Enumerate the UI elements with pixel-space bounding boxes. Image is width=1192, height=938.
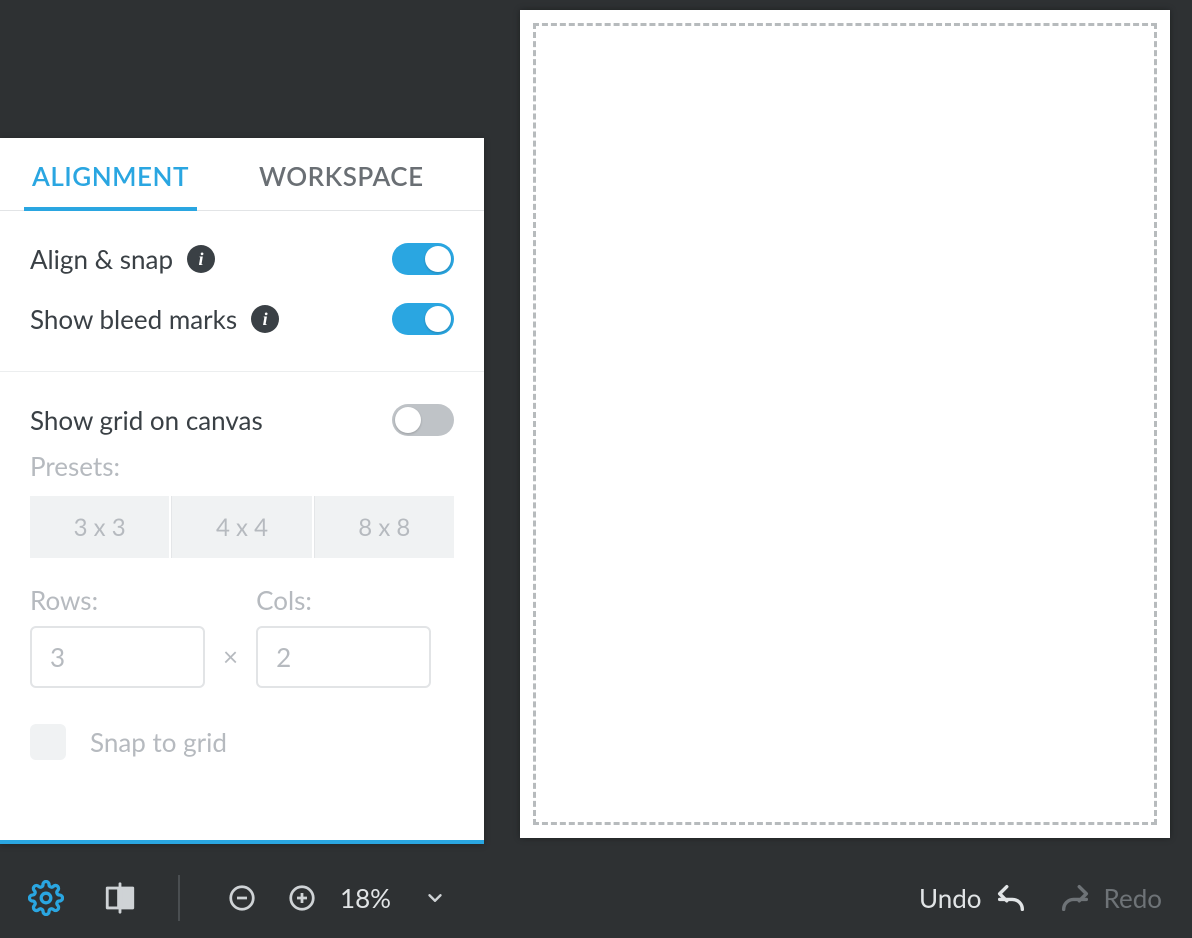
tab-alignment[interactable]: ALIGNMENT (24, 138, 197, 210)
presets-title: Presets: (30, 450, 454, 482)
rows-input[interactable] (30, 626, 205, 688)
rows-cols-row: Rows: × Cols: (30, 584, 454, 688)
presets-row: 3 x 3 4 x 4 8 x 8 (30, 496, 454, 558)
bleed-marks-toggle[interactable] (392, 303, 454, 335)
cols-label: Cols: (256, 584, 431, 616)
canvas[interactable] (520, 10, 1170, 838)
zoom-controls: 18% (220, 876, 457, 920)
undo-icon (994, 881, 1028, 915)
zoom-out-button[interactable] (220, 876, 264, 920)
gear-icon[interactable] (24, 876, 68, 920)
redo-icon (1058, 881, 1092, 915)
align-snap-toggle[interactable] (392, 243, 454, 275)
canvas-bleed-marks (533, 23, 1157, 825)
row-bleed-marks: Show bleed marks i (30, 289, 454, 349)
row-align-snap: Align & snap i (30, 229, 454, 289)
redo-label: Redo (1104, 882, 1162, 914)
preset-3x3[interactable]: 3 x 3 (30, 496, 169, 558)
undo-button[interactable]: Undo (919, 881, 1028, 915)
section-align: Align & snap i Show bleed marks i (0, 211, 484, 372)
rows-label: Rows: (30, 584, 205, 616)
preset-8x8[interactable]: 8 x 8 (314, 496, 454, 558)
settings-panel: ALIGNMENT WORKSPACE Align & snap i Show … (0, 138, 484, 844)
panel-tabs: ALIGNMENT WORKSPACE (0, 138, 484, 211)
bottom-bar-separator (178, 875, 180, 921)
redo-button[interactable]: Redo (1058, 881, 1162, 915)
rows-cols-separator: × (223, 640, 238, 688)
preset-4x4[interactable]: 4 x 4 (171, 496, 311, 558)
row-snap-to-grid: Snap to grid (30, 724, 454, 760)
bleed-marks-label: Show bleed marks (30, 303, 237, 335)
align-snap-label: Align & snap (30, 243, 173, 275)
row-show-grid: Show grid on canvas (30, 390, 454, 450)
show-grid-toggle[interactable] (392, 404, 454, 436)
zoom-level[interactable]: 18% (340, 882, 391, 914)
mirror-icon[interactable] (98, 876, 142, 920)
info-icon[interactable]: i (187, 245, 215, 273)
undo-label: Undo (919, 882, 982, 914)
tab-workspace[interactable]: WORKSPACE (251, 138, 432, 210)
section-grid: Show grid on canvas Presets: 3 x 3 4 x 4… (0, 372, 484, 782)
cols-input[interactable] (256, 626, 431, 688)
info-icon[interactable]: i (251, 305, 279, 333)
chevron-down-icon[interactable] (413, 876, 457, 920)
snap-to-grid-label: Snap to grid (90, 726, 227, 758)
zoom-in-button[interactable] (280, 876, 324, 920)
bottom-bar: 18% Undo Redo (0, 858, 1192, 938)
snap-to-grid-checkbox[interactable] (30, 724, 66, 760)
show-grid-label: Show grid on canvas (30, 404, 263, 436)
